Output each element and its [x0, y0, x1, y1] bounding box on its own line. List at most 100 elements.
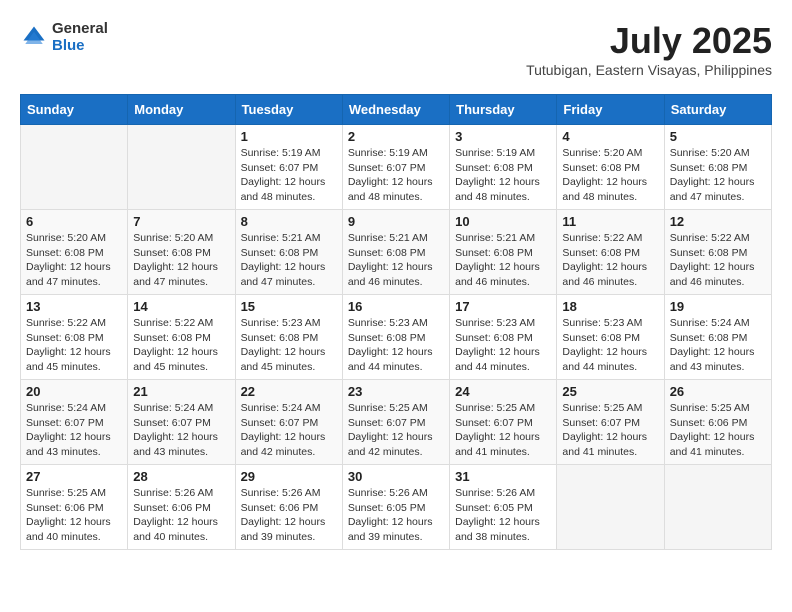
day-info: Sunrise: 5:22 AM Sunset: 6:08 PM Dayligh…	[133, 316, 229, 375]
week-row-5: 27Sunrise: 5:25 AM Sunset: 6:06 PM Dayli…	[21, 465, 772, 550]
calendar-cell: 31 Sunrise: 5:26 AM Sunset: 6:05 PM Dayli…	[450, 465, 557, 550]
day-info: Sunrise: 5:23 AM Sunset: 6:08 PM Dayligh…	[348, 316, 444, 375]
day-number: 16	[348, 299, 444, 314]
day-info: Sunrise: 5:24 AM Sunset: 6:07 PM Dayligh…	[26, 401, 122, 460]
calendar-cell: 10 Sunrise: 5:21 AM Sunset: 6:08 PM Dayli…	[450, 210, 557, 295]
day-number: 15	[241, 299, 337, 314]
day-number: 28	[133, 469, 229, 484]
week-row-4: 20 Sunrise: 5:24 AM Sunset: 6:07 PM Dayli…	[21, 380, 772, 465]
calendar-cell: 5Sunrise: 5:20 AM Sunset: 6:08 PM Daylig…	[664, 125, 771, 210]
day-info: Sunrise: 5:22 AM Sunset: 6:08 PM Dayligh…	[670, 231, 766, 290]
day-number: 10	[455, 214, 551, 229]
day-number: 12	[670, 214, 766, 229]
calendar-cell: 27Sunrise: 5:25 AM Sunset: 6:06 PM Dayli…	[21, 465, 128, 550]
day-number: 6	[26, 214, 122, 229]
col-tuesday: Tuesday	[235, 95, 342, 125]
calendar-cell: 2 Sunrise: 5:19 AM Sunset: 6:07 PM Daylig…	[342, 125, 449, 210]
day-info: Sunrise: 5:20 AM Sunset: 6:08 PM Dayligh…	[133, 231, 229, 290]
day-number: 24	[455, 384, 551, 399]
col-thursday: Thursday	[450, 95, 557, 125]
day-number: 26	[670, 384, 766, 399]
page-header: General Blue July 2025 Tutubigan, Easter…	[20, 20, 772, 78]
calendar-cell	[664, 465, 771, 550]
day-info: Sunrise: 5:24 AM Sunset: 6:07 PM Dayligh…	[241, 401, 337, 460]
week-row-1: 1 Sunrise: 5:19 AM Sunset: 6:07 PM Daylig…	[21, 125, 772, 210]
calendar-cell: 14 Sunrise: 5:22 AM Sunset: 6:08 PM Dayli…	[128, 295, 235, 380]
calendar-cell: 21Sunrise: 5:24 AM Sunset: 6:07 PM Dayli…	[128, 380, 235, 465]
day-number: 23	[348, 384, 444, 399]
calendar-cell	[21, 125, 128, 210]
calendar-cell: 30 Sunrise: 5:26 AM Sunset: 6:05 PM Dayli…	[342, 465, 449, 550]
day-number: 20	[26, 384, 122, 399]
day-number: 31	[455, 469, 551, 484]
day-info: Sunrise: 5:26 AM Sunset: 6:05 PM Dayligh…	[455, 486, 551, 545]
day-number: 22	[241, 384, 337, 399]
calendar-cell: 29 Sunrise: 5:26 AM Sunset: 6:06 PM Dayli…	[235, 465, 342, 550]
day-number: 17	[455, 299, 551, 314]
day-info: Sunrise: 5:19 AM Sunset: 6:08 PM Dayligh…	[455, 146, 551, 205]
calendar-cell: 20 Sunrise: 5:24 AM Sunset: 6:07 PM Dayli…	[21, 380, 128, 465]
day-info: Sunrise: 5:19 AM Sunset: 6:07 PM Dayligh…	[241, 146, 337, 205]
day-number: 11	[562, 214, 658, 229]
day-info: Sunrise: 5:22 AM Sunset: 6:08 PM Dayligh…	[562, 231, 658, 290]
calendar-cell: 6 Sunrise: 5:20 AM Sunset: 6:08 PM Daylig…	[21, 210, 128, 295]
day-info: Sunrise: 5:21 AM Sunset: 6:08 PM Dayligh…	[241, 231, 337, 290]
day-number: 18	[562, 299, 658, 314]
day-number: 8	[241, 214, 337, 229]
logo-icon	[20, 23, 48, 51]
day-info: Sunrise: 5:26 AM Sunset: 6:05 PM Dayligh…	[348, 486, 444, 545]
week-row-2: 6 Sunrise: 5:20 AM Sunset: 6:08 PM Daylig…	[21, 210, 772, 295]
day-info: Sunrise: 5:19 AM Sunset: 6:07 PM Dayligh…	[348, 146, 444, 205]
day-number: 2	[348, 129, 444, 144]
calendar-cell: 17Sunrise: 5:23 AM Sunset: 6:08 PM Dayli…	[450, 295, 557, 380]
calendar-cell: 7 Sunrise: 5:20 AM Sunset: 6:08 PM Daylig…	[128, 210, 235, 295]
calendar-cell: 11 Sunrise: 5:22 AM Sunset: 6:08 PM Dayli…	[557, 210, 664, 295]
day-number: 3	[455, 129, 551, 144]
calendar-table: Sunday Monday Tuesday Wednesday Thursday…	[20, 94, 772, 550]
logo-text: General Blue	[52, 20, 108, 54]
calendar-cell	[557, 465, 664, 550]
calendar-cell: 26 Sunrise: 5:25 AM Sunset: 6:06 PM Dayli…	[664, 380, 771, 465]
day-info: Sunrise: 5:23 AM Sunset: 6:08 PM Dayligh…	[562, 316, 658, 375]
day-info: Sunrise: 5:21 AM Sunset: 6:08 PM Dayligh…	[348, 231, 444, 290]
day-info: Sunrise: 5:24 AM Sunset: 6:08 PM Dayligh…	[670, 316, 766, 375]
calendar-cell: 3 Sunrise: 5:19 AM Sunset: 6:08 PM Daylig…	[450, 125, 557, 210]
day-number: 1	[241, 129, 337, 144]
day-info: Sunrise: 5:26 AM Sunset: 6:06 PM Dayligh…	[241, 486, 337, 545]
calendar-cell: 22 Sunrise: 5:24 AM Sunset: 6:07 PM Dayli…	[235, 380, 342, 465]
calendar-cell: 12 Sunrise: 5:22 AM Sunset: 6:08 PM Dayli…	[664, 210, 771, 295]
day-info: Sunrise: 5:20 AM Sunset: 6:08 PM Dayligh…	[26, 231, 122, 290]
day-info: Sunrise: 5:26 AM Sunset: 6:06 PM Dayligh…	[133, 486, 229, 545]
day-number: 14	[133, 299, 229, 314]
calendar-cell: 1 Sunrise: 5:19 AM Sunset: 6:07 PM Daylig…	[235, 125, 342, 210]
logo: General Blue	[20, 20, 108, 54]
day-number: 9	[348, 214, 444, 229]
day-info: Sunrise: 5:25 AM Sunset: 6:07 PM Dayligh…	[455, 401, 551, 460]
col-friday: Friday	[557, 95, 664, 125]
location: Tutubigan, Eastern Visayas, Philippines	[526, 62, 772, 78]
week-row-3: 13 Sunrise: 5:22 AM Sunset: 6:08 PM Dayli…	[21, 295, 772, 380]
title-block: July 2025 Tutubigan, Eastern Visayas, Ph…	[526, 20, 772, 78]
calendar-cell: 28 Sunrise: 5:26 AM Sunset: 6:06 PM Dayli…	[128, 465, 235, 550]
day-info: Sunrise: 5:25 AM Sunset: 6:07 PM Dayligh…	[562, 401, 658, 460]
col-saturday: Saturday	[664, 95, 771, 125]
calendar-cell: 16 Sunrise: 5:23 AM Sunset: 6:08 PM Dayli…	[342, 295, 449, 380]
calendar-cell: 13 Sunrise: 5:22 AM Sunset: 6:08 PM Dayli…	[21, 295, 128, 380]
day-info: Sunrise: 5:25 AM Sunset: 6:06 PM Dayligh…	[670, 401, 766, 460]
day-info: Sunrise: 5:25 AM Sunset: 6:07 PM Dayligh…	[348, 401, 444, 460]
day-number: 30	[348, 469, 444, 484]
day-number: 19	[670, 299, 766, 314]
day-info: Sunrise: 5:20 AM Sunset: 6:08 PM Dayligh…	[562, 146, 658, 205]
day-number: 25	[562, 384, 658, 399]
calendar-cell: 24 Sunrise: 5:25 AM Sunset: 6:07 PM Dayli…	[450, 380, 557, 465]
day-number: 29	[241, 469, 337, 484]
day-number: 4	[562, 129, 658, 144]
day-number: 5	[670, 129, 766, 144]
calendar-cell	[128, 125, 235, 210]
month-year: July 2025	[526, 20, 772, 62]
day-number: 13	[26, 299, 122, 314]
day-info: Sunrise: 5:22 AM Sunset: 6:08 PM Dayligh…	[26, 316, 122, 375]
day-info: Sunrise: 5:21 AM Sunset: 6:08 PM Dayligh…	[455, 231, 551, 290]
day-number: 7	[133, 214, 229, 229]
calendar-header-row: Sunday Monday Tuesday Wednesday Thursday…	[21, 95, 772, 125]
